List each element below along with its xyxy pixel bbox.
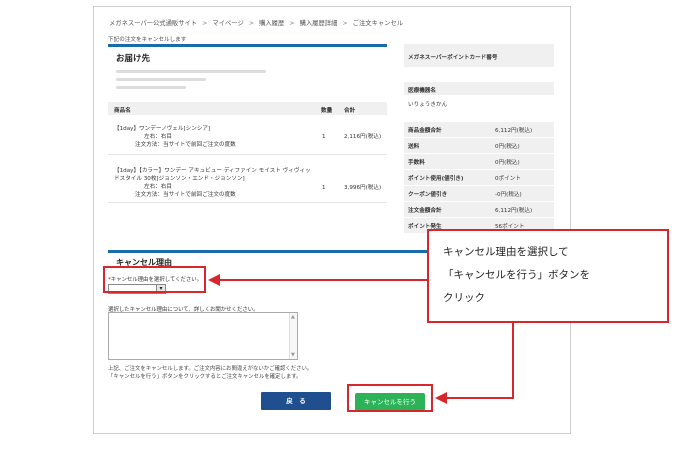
instruction-callout: キャンセル理由を選択して 「キャンセルを行う」ボタンを クリック bbox=[427, 229, 669, 323]
items-table: 商品名 数量 合計 【1day】ワンデーノヴェル[シンシア] 左右：右目 注文方… bbox=[108, 102, 387, 203]
header-name: 商品名 bbox=[114, 108, 131, 114]
summary-row: 商品金額合計 6,112円(税込) bbox=[404, 122, 554, 138]
scroll-up-icon[interactable]: ▲ bbox=[291, 314, 295, 320]
shipping-header-bar bbox=[108, 44, 387, 47]
header-total: 合計 bbox=[344, 108, 356, 114]
breadcrumb: メガネスーパー公式通販サイト > マイページ > 購入履歴 > 購入履歴詳細 >… bbox=[109, 18, 406, 27]
back-button[interactable]: 戻 る bbox=[261, 392, 331, 410]
summary-value: 0ポイント bbox=[495, 176, 521, 182]
cancel-notice-line: 上記、ご注文をキャンセルします。ご注文内容にお間違えがないかご確認ください。 bbox=[108, 366, 313, 372]
table-row: 【1day】ワンデーノヴェル[シンシア] 左右：右目 注文方法：当サイトで前回ご… bbox=[108, 115, 387, 155]
summary-label: 商品金額合計 bbox=[408, 128, 442, 134]
blurred-address-line bbox=[116, 86, 186, 89]
blurred-address-line bbox=[116, 78, 206, 81]
breadcrumb-separator: > bbox=[202, 20, 208, 27]
breadcrumb-item-history-detail[interactable]: 購入履歴詳細 bbox=[300, 20, 338, 27]
breadcrumb-item-top[interactable]: メガネスーパー公式通販サイト bbox=[109, 20, 197, 27]
item-price: 2,116円(税込) bbox=[344, 134, 382, 140]
summary-value: 6,112円(税込) bbox=[495, 208, 533, 214]
summary-value: 0円(税込) bbox=[495, 160, 520, 166]
blurred-address-line bbox=[116, 70, 266, 73]
summary-label: ポイント使用(値引き) bbox=[408, 176, 464, 182]
item-qty: 1 bbox=[322, 134, 326, 140]
summary-value: 0円(税込) bbox=[495, 144, 520, 150]
highlight-cancel-button bbox=[347, 384, 433, 412]
point-card-label: メガネスーパーポイントカード番号 bbox=[408, 55, 498, 61]
summary-value: 6,112円(税込) bbox=[495, 128, 533, 134]
callout-line: クリック bbox=[443, 292, 485, 304]
summary-row: ポイント使用(値引き) 0ポイント bbox=[404, 170, 554, 186]
cancel-notice: 上記、ご注文をキャンセルします。ご注文内容にお間違えがないかご確認ください。 「… bbox=[108, 365, 312, 381]
item-method: 注文方法：当サイトで前回ご注文の度数 bbox=[135, 192, 236, 198]
item-side: 左右：右目 bbox=[144, 134, 172, 140]
items-table-header: 商品名 数量 合計 bbox=[108, 102, 387, 115]
store-label: 医療機器名 bbox=[408, 88, 436, 94]
item-name: 【1day】ワンデーノヴェル[シンシア] bbox=[114, 126, 211, 132]
summary-value: -0円(税込) bbox=[495, 192, 522, 198]
item-qty: 1 bbox=[322, 185, 326, 191]
summary-row: 送料 0円(税込) bbox=[404, 138, 554, 154]
item-name: 【1day】【カラー】ワンデー アキュビュー ディファイン モイスト ヴィヴィッ… bbox=[114, 168, 311, 182]
table-row: 【1day】【カラー】ワンデー アキュビュー ディファイン モイスト ヴィヴィッ… bbox=[108, 155, 387, 203]
callout-text: キャンセル理由を選択して 「キャンセルを行う」ボタンを クリック bbox=[443, 241, 590, 310]
store-label-row: 医療機器名 bbox=[404, 82, 554, 96]
cancel-notice-line: 「キャンセルを行う」ボタンをクリックするとご注文キャンセルを確定します。 bbox=[108, 374, 302, 380]
summary-label: 手数料 bbox=[408, 160, 425, 166]
shipping-title: お届け先 bbox=[116, 54, 151, 64]
callout-line: 「キャンセルを行う」ボタンを bbox=[443, 269, 590, 281]
header-qty: 数量 bbox=[321, 108, 333, 114]
summary-label: 注文金額合計 bbox=[408, 208, 442, 214]
callout-line: キャンセル理由を選択して bbox=[443, 246, 569, 258]
breadcrumb-item-current: ご注文キャンセル bbox=[352, 20, 404, 27]
breadcrumb-separator: > bbox=[342, 20, 348, 27]
summary-row: クーポン値引き -0円(税込) bbox=[404, 186, 554, 202]
summary-row: 手数料 0円(税込) bbox=[404, 154, 554, 170]
highlight-select-box bbox=[103, 266, 206, 293]
textarea-scrollbar[interactable]: ▲ ▼ bbox=[289, 313, 297, 359]
store-value-row: いりょうきかん bbox=[404, 96, 554, 112]
summary-label: クーポン値引き bbox=[408, 192, 448, 198]
item-price: 3,996円(税込) bbox=[344, 185, 382, 191]
top-note: 下記の注文をキャンセルします bbox=[108, 37, 187, 43]
cancel-detail-textarea[interactable]: ▲ ▼ bbox=[108, 312, 298, 360]
store-value: いりょうきかん bbox=[408, 102, 448, 108]
point-card-row: メガネスーパーポイントカード番号 bbox=[404, 44, 554, 68]
breadcrumb-separator: > bbox=[289, 20, 295, 27]
item-method: 注文方法：当サイトで前回ご注文の度数 bbox=[135, 142, 236, 148]
item-side: 左右：右目 bbox=[144, 184, 172, 190]
scroll-down-icon[interactable]: ▼ bbox=[291, 352, 295, 358]
summary-row: 注文金額合計 6,112円(税込) bbox=[404, 202, 554, 218]
breadcrumb-item-mypage[interactable]: マイページ bbox=[212, 20, 243, 27]
breadcrumb-separator: > bbox=[248, 20, 255, 27]
summary-label: 送料 bbox=[408, 144, 420, 150]
breadcrumb-item-history[interactable]: 購入履歴 bbox=[259, 20, 284, 27]
order-cancel-page: メガネスーパー公式通販サイト > マイページ > 購入履歴 > 購入履歴詳細 >… bbox=[93, 6, 571, 434]
